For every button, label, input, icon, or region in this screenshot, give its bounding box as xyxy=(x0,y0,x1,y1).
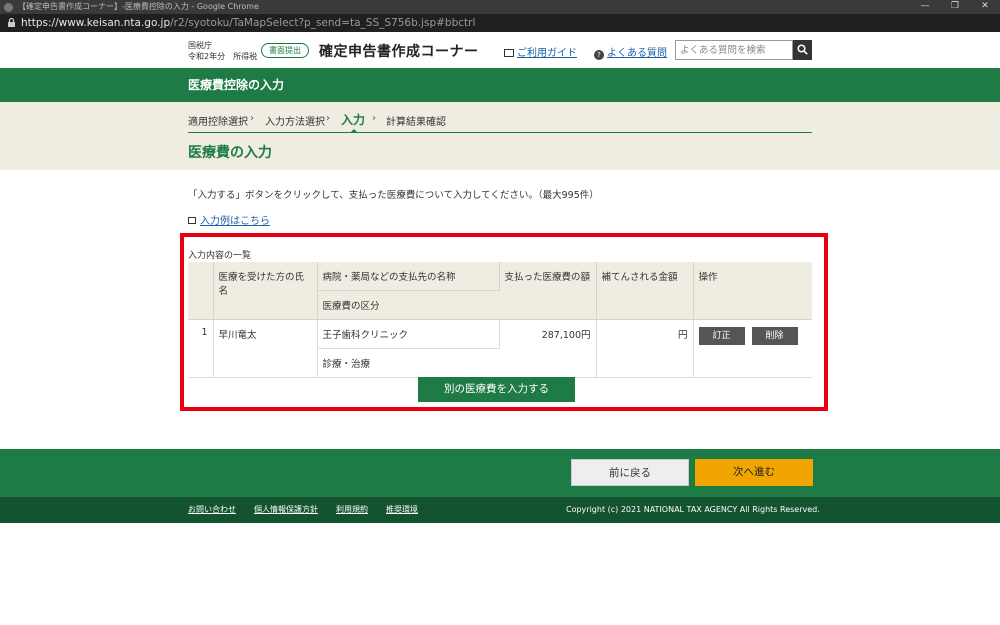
header-payee: 病院・薬局などの支払先の名称 xyxy=(317,262,500,291)
footer-link-privacy[interactable]: 個人情報保護方針 xyxy=(254,497,318,523)
delete-button[interactable]: 削除 xyxy=(751,327,798,345)
url-host: https://www.keisan.nta.go.jp xyxy=(21,17,171,29)
back-button[interactable]: 前に戻る xyxy=(571,459,689,486)
step-3-current: 入力 xyxy=(341,113,366,127)
faq-search-input[interactable] xyxy=(675,40,793,60)
window-title-bar: 【確定申告書作成コーナー】-医療費控除の入力 - Google Chrome —… xyxy=(0,0,1000,14)
example-link[interactable]: 入力例はこちら xyxy=(188,212,270,227)
header-paid: 支払った医療費の額 xyxy=(499,262,597,320)
payee-name: 王子歯科クリニック xyxy=(317,319,500,349)
edit-button[interactable]: 訂正 xyxy=(698,327,745,345)
book-icon xyxy=(504,49,514,57)
footer-links-bar: お問い合わせ 個人情報保護方針 利用規約 推奨環境 Copyright (c) … xyxy=(0,497,1000,523)
section-bar: 医療費控除の入力 xyxy=(0,68,1000,102)
page-title: 医療費の入力 xyxy=(188,145,272,161)
step-separator: › xyxy=(372,113,376,124)
next-button[interactable]: 次へ進む xyxy=(695,459,813,486)
step-4: 計算結果確認 xyxy=(386,117,446,128)
patient-name: 早川竜太 xyxy=(213,319,318,378)
step-separator: › xyxy=(326,113,330,124)
instruction-text: 「入力する」ボタンをクリックして、支払った医療費について入力してください。（最大… xyxy=(188,190,599,201)
header-reimbursed: 補てんされる金額 xyxy=(596,262,694,320)
lock-icon xyxy=(8,18,15,27)
faq-link[interactable]: ? よくある質問 xyxy=(594,44,667,60)
header-ops: 操作 xyxy=(693,262,812,320)
search-button[interactable] xyxy=(793,40,812,60)
site-title[interactable]: 確定申告書作成コーナー xyxy=(319,41,479,61)
row-actions: 訂正 削除 xyxy=(693,319,812,378)
minimize-icon[interactable]: — xyxy=(910,0,940,14)
section-title: 医療費控除の入力 xyxy=(188,78,285,92)
close-icon[interactable]: ✕ xyxy=(970,0,1000,14)
submit-method-badge: 書面提出 xyxy=(261,43,309,58)
site-header: 国税庁 令和2年分 所得税 書面提出 確定申告書作成コーナー ご利用ガイド ? よ… xyxy=(0,32,1000,68)
footer-link-environment[interactable]: 推奨環境 xyxy=(386,497,418,523)
footer-link-terms[interactable]: 利用規約 xyxy=(336,497,368,523)
example-link-label: 入力例はこちら xyxy=(200,216,270,227)
question-icon: ? xyxy=(594,50,604,60)
step-separator: › xyxy=(250,113,254,124)
step-breadcrumb: 適用控除選択 › 入力方法選択 › 入力 › 計算結果確認 xyxy=(188,111,812,133)
step-2: 入力方法選択 xyxy=(265,117,325,128)
list-caption: 入力内容の一覧 xyxy=(188,251,252,261)
progress-area: 適用控除選択 › 入力方法選択 › 入力 › 計算結果確認 医療費の入力 xyxy=(0,102,1000,170)
medical-expense-table: 医療を受けた方の氏名 病院・薬局などの支払先の名称 支払った医療費の額 補てんさ… xyxy=(188,262,812,378)
address-bar[interactable]: https://www.keisan.nta.go.jp/r2/syotoku/… xyxy=(0,14,1000,32)
url-path: /r2/syotoku/TaMapSelect?p_send=ta_SS_S75… xyxy=(170,17,476,29)
add-expense-button[interactable]: 別の医療費を入力する xyxy=(418,377,575,402)
chrome-favicon-icon xyxy=(4,3,13,12)
expense-category: 診療・治療 xyxy=(317,348,499,378)
faq-link-label: よくある質問 xyxy=(607,48,667,59)
header-category: 医療費の区分 xyxy=(317,290,499,320)
table-row: 1 早川竜太 王子歯科クリニック 287,100円 円 訂正 削除 xyxy=(188,319,812,378)
table-header-row: 医療を受けた方の氏名 病院・薬局などの支払先の名称 支払った医療費の額 補てんさ… xyxy=(188,262,812,320)
current-step-marker-icon xyxy=(350,129,358,133)
row-number: 1 xyxy=(188,319,214,378)
agency-block: 国税庁 令和2年分 所得税 xyxy=(188,40,257,62)
window-title: 【確定申告書作成コーナー】-医療費控除の入力 - Google Chrome xyxy=(18,2,259,11)
header-no xyxy=(188,262,214,320)
paid-amount: 287,100円 xyxy=(499,319,597,378)
maximize-icon[interactable]: ❐ xyxy=(940,0,970,14)
url-text: https://www.keisan.nta.go.jp/r2/syotoku/… xyxy=(21,14,475,32)
guide-link-label: ご利用ガイド xyxy=(517,48,577,59)
footer-nav-bar xyxy=(0,449,1000,497)
footer-link-contact[interactable]: お問い合わせ xyxy=(188,497,236,523)
guide-link[interactable]: ご利用ガイド xyxy=(504,44,577,59)
header-name: 医療を受けた方の氏名 xyxy=(213,262,318,320)
search-icon xyxy=(797,44,808,55)
agency-name: 国税庁 xyxy=(188,41,212,50)
reimbursed-amount: 円 xyxy=(596,319,694,378)
copyright: Copyright (c) 2021 NATIONAL TAX AGENCY A… xyxy=(566,505,820,514)
tax-year: 令和2年分 所得税 xyxy=(188,52,258,61)
step-1: 適用控除選択 xyxy=(188,117,248,128)
window-icon xyxy=(188,217,196,224)
